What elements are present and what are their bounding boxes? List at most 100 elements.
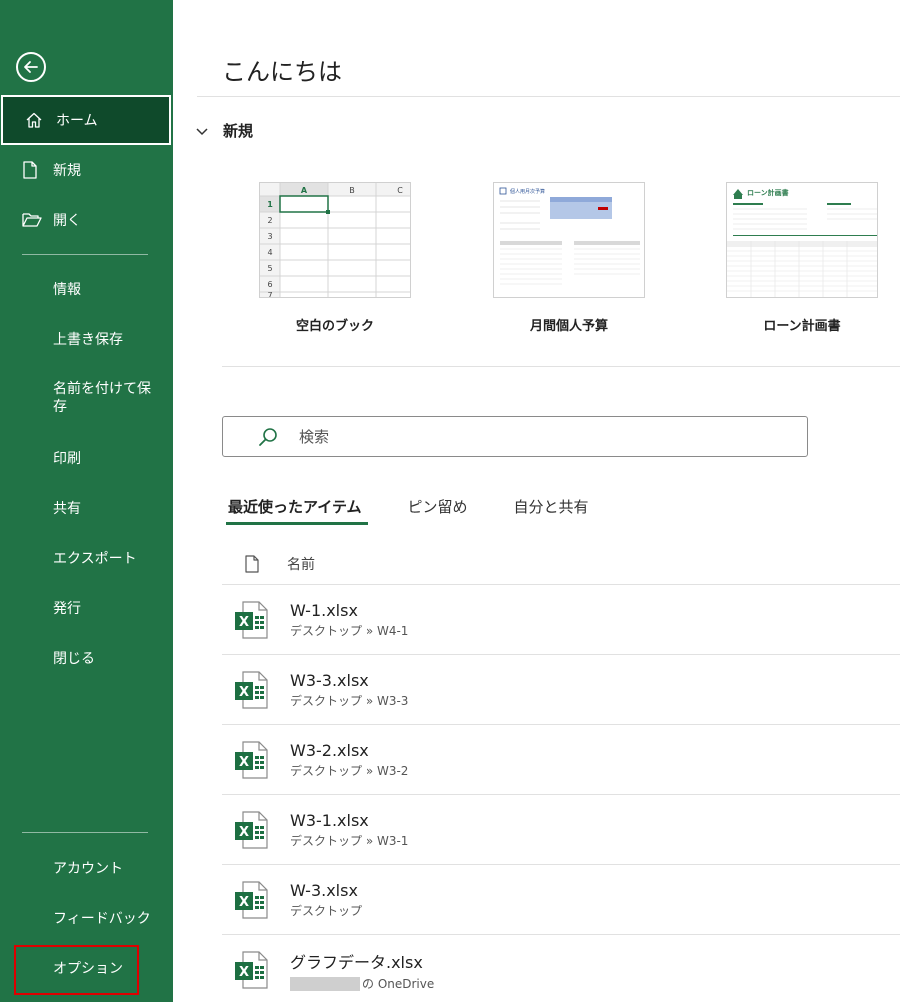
template-blank-workbook[interactable]: A B C 1 2 3 4 5 6 7 空白のブック [259, 182, 411, 334]
file-path: デスクトップ » W3-2 [290, 763, 409, 778]
file-path: の OneDrive [362, 976, 435, 991]
home-icon [25, 111, 47, 129]
back-button[interactable] [16, 52, 46, 82]
file-list-header: 名前 [222, 544, 900, 585]
budget-preview-title: 個人用月次予算 [510, 188, 545, 195]
new-document-icon [22, 161, 44, 179]
tab-shared-with-me[interactable]: 自分と共有 [508, 492, 595, 525]
file-row[interactable]: X W3-2.xlsx デスクトップ » W3-2 [222, 725, 900, 795]
arrow-left-icon [24, 61, 38, 73]
tab-pinned[interactable]: ピン留め [402, 492, 474, 525]
grid-row-3: 3 [267, 232, 272, 241]
grid-row-4: 4 [267, 248, 272, 257]
file-row[interactable]: X W-3.xlsx デスクトップ [222, 865, 900, 935]
search-box[interactable] [222, 416, 808, 457]
template-label: ローン計画書 [763, 319, 841, 334]
grid-row-6: 6 [267, 280, 272, 289]
page-title: こんにちは [222, 58, 342, 86]
nav-open[interactable]: 開く [0, 195, 173, 245]
nav-feedback[interactable]: フィードバック [0, 893, 173, 943]
file-name: グラフデータ.xlsx [290, 952, 423, 972]
chevron-down-icon [196, 127, 208, 135]
backstage-main: こんにちは 新規 A B C 1 2 3 4 5 6 7 空白のブック 個人用月… [173, 0, 900, 1002]
loan-preview-title: ローン計画書 [747, 188, 789, 197]
nav-home[interactable]: ホーム [1, 95, 171, 145]
tab-recent[interactable]: 最近使ったアイテム [222, 492, 368, 525]
new-section-toggle[interactable]: 新規 [195, 120, 253, 141]
excel-file-icon: X [233, 740, 269, 780]
file-row[interactable]: X W-1.xlsx デスクトップ » W4-1 [222, 585, 900, 655]
search-input[interactable] [299, 427, 749, 446]
column-name-header[interactable]: 名前 [287, 554, 315, 574]
grid-col-c: C [397, 186, 403, 195]
nav-account-label: アカウント [53, 861, 123, 877]
file-type-icon [244, 555, 260, 573]
file-name: W-3.xlsx [290, 880, 358, 900]
grid-row-1: 1 [267, 200, 273, 209]
file-path-row: の OneDrive [290, 975, 434, 992]
svg-text:X: X [239, 825, 249, 840]
nav-close[interactable]: 閉じる [0, 633, 173, 683]
template-monthly-budget[interactable]: 個人用月次予算 月間個人予算 [493, 182, 645, 334]
title-divider [197, 96, 900, 97]
file-path: デスクトップ » W3-3 [290, 693, 409, 708]
excel-file-icon: X [233, 810, 269, 850]
nav-share[interactable]: 共有 [0, 483, 173, 533]
nav-info-label: 情報 [53, 282, 81, 298]
blank-grid-preview: A B C 1 2 3 4 5 6 7 [260, 183, 410, 298]
file-path: デスクトップ » W4-1 [290, 623, 409, 638]
nav-save-label: 上書き保存 [53, 332, 123, 348]
nav-close-label: 閉じる [53, 651, 95, 667]
nav-publish[interactable]: 発行 [0, 583, 173, 633]
file-name: W3-1.xlsx [290, 810, 369, 830]
grid-col-a: A [301, 186, 308, 195]
nav-publish-label: 発行 [53, 601, 81, 617]
sidebar-divider-bottom [22, 832, 148, 833]
template-thumbnail: A B C 1 2 3 4 5 6 7 [259, 182, 411, 298]
file-name: W-1.xlsx [290, 600, 358, 620]
section-divider [222, 366, 900, 367]
sidebar-divider [22, 254, 148, 255]
file-row[interactable]: X グラフデータ.xlsx の OneDrive [222, 935, 900, 1002]
template-thumbnail: ローン計画書 [726, 182, 878, 298]
nav-feedback-label: フィードバック [53, 911, 151, 927]
svg-text:X: X [239, 965, 249, 980]
nav-options-label: オプション [53, 961, 123, 977]
file-name: W3-2.xlsx [290, 740, 369, 760]
svg-text:X: X [239, 895, 249, 910]
svg-text:X: X [239, 685, 249, 700]
grid-col-b: B [349, 186, 355, 195]
excel-file-icon: X [233, 600, 269, 640]
folder-open-icon [22, 212, 44, 228]
nav-print-label: 印刷 [53, 451, 81, 467]
file-path: デスクトップ [290, 903, 363, 918]
nav-open-label: 開く [53, 213, 81, 229]
nav-save-as[interactable]: 名前を付けて保存 [0, 368, 173, 428]
template-loan-planner[interactable]: ローン計画書 ローン計画書 [726, 182, 878, 334]
nav-export-label: エクスポート [53, 551, 137, 567]
grid-row-2: 2 [267, 216, 272, 225]
nav-share-label: 共有 [53, 501, 81, 517]
redacted-username [290, 977, 360, 991]
nav-account[interactable]: アカウント [0, 843, 173, 893]
svg-text:X: X [239, 615, 249, 630]
nav-new[interactable]: 新規 [0, 145, 173, 195]
file-row[interactable]: X W3-1.xlsx デスクトップ » W3-1 [222, 795, 900, 865]
nav-export[interactable]: エクスポート [0, 533, 173, 583]
excel-file-icon: X [233, 670, 269, 710]
nav-options[interactable]: オプション [0, 943, 173, 993]
search-icon [257, 426, 279, 448]
nav-save[interactable]: 上書き保存 [0, 314, 173, 364]
file-tabs: 最近使ったアイテム ピン留め 自分と共有 [222, 492, 629, 525]
nav-info[interactable]: 情報 [0, 264, 173, 314]
file-row[interactable]: X W3-3.xlsx デスクトップ » W3-3 [222, 655, 900, 725]
nav-save-as-label: 名前を付けて保存 [53, 381, 151, 415]
file-path: デスクトップ » W3-1 [290, 833, 409, 848]
backstage-sidebar: ホーム 新規 開く 情報 上書き保存 名前を付けて保存 印刷 共有 エクスポート… [0, 0, 173, 1002]
loan-preview: ローン計画書 [727, 183, 877, 297]
nav-new-label: 新規 [53, 163, 81, 179]
nav-print[interactable]: 印刷 [0, 433, 173, 483]
file-name: W3-3.xlsx [290, 670, 369, 690]
excel-file-icon: X [233, 950, 269, 990]
grid-row-7: 7 [267, 291, 272, 298]
